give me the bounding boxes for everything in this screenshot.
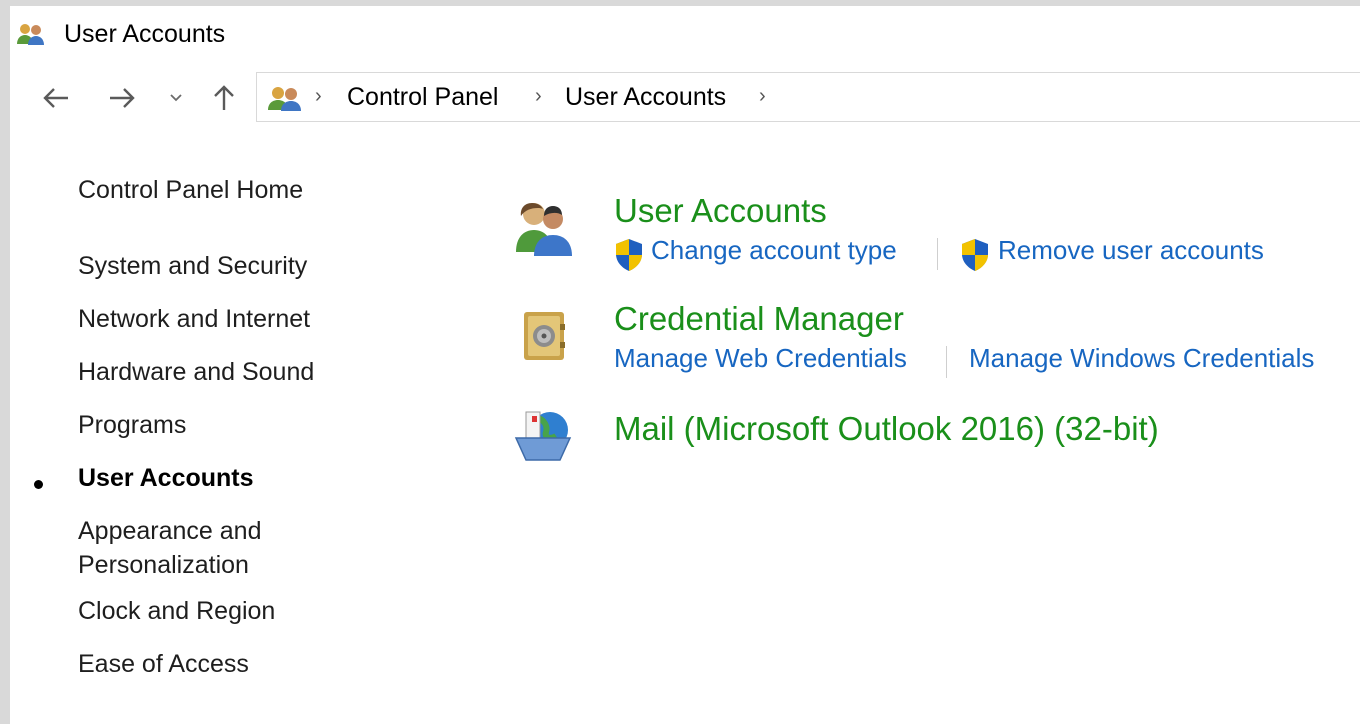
current-item-bullet (34, 480, 43, 489)
forward-button[interactable] (102, 78, 142, 118)
sidebar-item-programs[interactable]: Programs (78, 411, 186, 440)
sidebar-item-appearance-and-personalization[interactable]: Appearance and (78, 517, 261, 546)
users-icon[interactable] (512, 194, 574, 256)
task-manage-web-credentials[interactable]: Manage Web Credentials (614, 343, 907, 374)
uac-shield-icon (962, 239, 988, 271)
up-button[interactable] (208, 78, 240, 118)
vault-icon[interactable] (512, 304, 574, 366)
task-divider (946, 346, 947, 378)
users-icon (17, 24, 44, 45)
main-content: User Accounts Change account type Remove… (500, 176, 1360, 716)
sidebar: Control Panel Home System and Security N… (10, 166, 430, 706)
mail-icon[interactable] (512, 404, 574, 466)
arrow-left-icon (43, 88, 68, 108)
task-manage-windows-credentials[interactable]: Manage Windows Credentials (969, 343, 1314, 374)
back-button[interactable] (36, 78, 76, 118)
chevron-right-icon[interactable]: › (315, 85, 322, 108)
chevron-down-icon (170, 94, 182, 102)
user-accounts-window: User Accounts › Control Panel › User Acc… (10, 6, 1360, 724)
task-remove-user-accounts[interactable]: Remove user accounts (998, 235, 1264, 266)
sidebar-item-user-accounts: User Accounts (78, 464, 254, 492)
chevron-right-icon[interactable]: › (535, 85, 542, 108)
category-title-user-accounts[interactable]: User Accounts (614, 192, 827, 230)
sidebar-item-system-and-security[interactable]: System and Security (78, 252, 307, 281)
sidebar-item-control-panel-home[interactable]: Control Panel Home (78, 176, 303, 205)
title-bar: User Accounts (10, 6, 1360, 58)
sidebar-item-clock-and-region[interactable]: Clock and Region (78, 597, 275, 626)
category-title-credential-manager[interactable]: Credential Manager (614, 300, 904, 338)
sidebar-item-appearance-and-personalization-line2[interactable]: Personalization (78, 551, 249, 580)
sidebar-item-hardware-and-sound[interactable]: Hardware and Sound (78, 358, 314, 387)
arrow-right-icon (110, 88, 135, 108)
breadcrumb-control-panel[interactable]: Control Panel (347, 83, 498, 112)
arrow-up-icon (214, 85, 234, 110)
address-bar[interactable]: › Control Panel › User Accounts › (256, 72, 1360, 122)
navigation-bar: › Control Panel › User Accounts › (10, 70, 1360, 130)
window-title: User Accounts (64, 20, 226, 48)
sidebar-item-ease-of-access[interactable]: Ease of Access (78, 650, 249, 679)
sidebar-item-network-and-internet[interactable]: Network and Internet (78, 305, 310, 334)
breadcrumb-user-accounts[interactable]: User Accounts (565, 83, 726, 112)
task-change-account-type[interactable]: Change account type (651, 235, 897, 266)
category-title-mail[interactable]: Mail (Microsoft Outlook 2016) (32-bit) (614, 410, 1159, 448)
task-divider (937, 238, 938, 270)
uac-shield-icon (616, 239, 642, 271)
chevron-right-icon[interactable]: › (759, 85, 766, 108)
users-icon (268, 87, 301, 111)
recent-locations-button[interactable] (166, 78, 186, 118)
